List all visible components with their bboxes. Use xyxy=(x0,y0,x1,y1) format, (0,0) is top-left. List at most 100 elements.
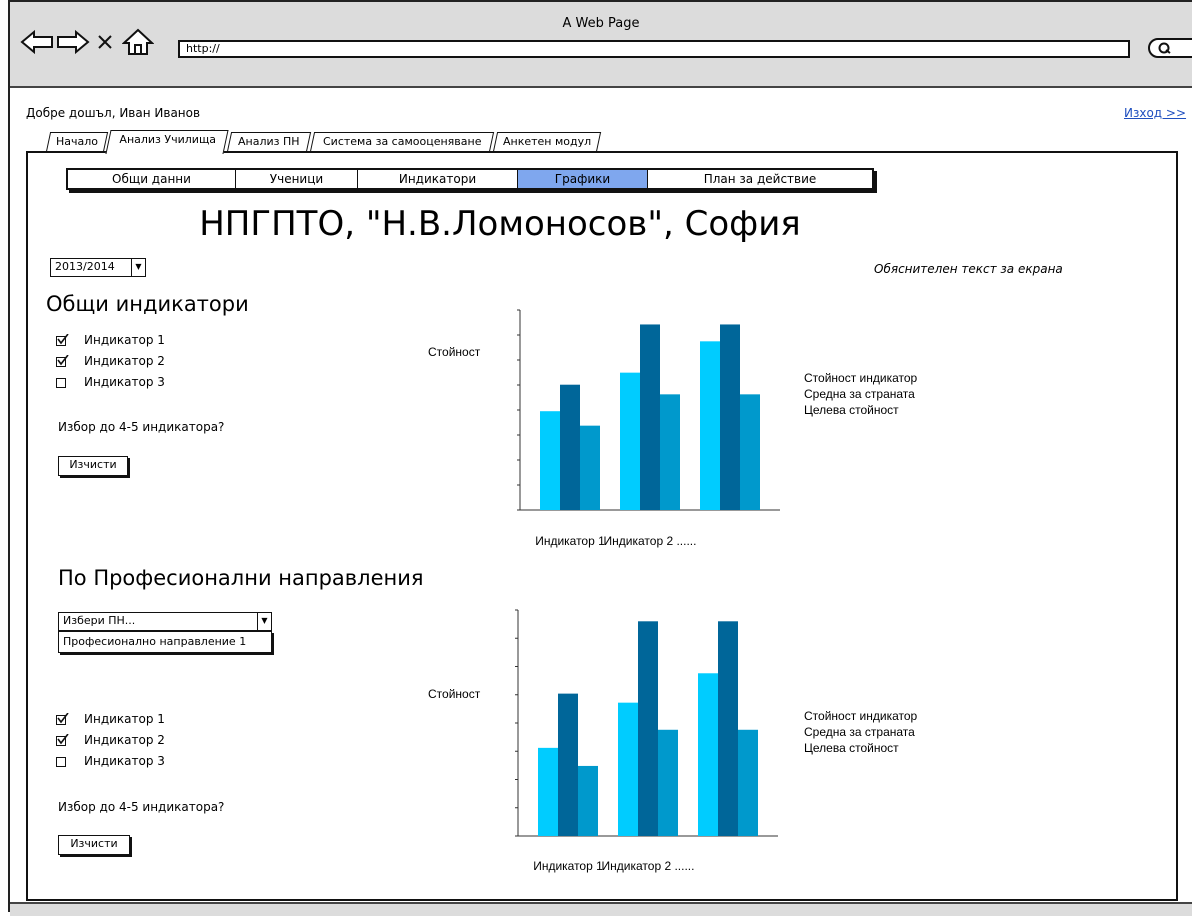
tab-label: Анализ Училища xyxy=(119,133,216,146)
bar xyxy=(640,324,660,510)
tab-self-assessment[interactable]: Система за самооценяване xyxy=(309,132,495,152)
selection-note: Избор до 4-5 индикатора? xyxy=(58,420,225,434)
x-tick-label: Индикатор 2 ...... xyxy=(602,859,695,873)
legend-entry: Целева стойност xyxy=(804,403,899,417)
bar xyxy=(700,341,720,510)
tab-home[interactable]: Начало xyxy=(45,132,109,152)
bar xyxy=(740,394,760,510)
x-tick-label: Индикатор 1 xyxy=(533,859,603,873)
bar xyxy=(558,693,578,836)
y-axis-label: Стойност xyxy=(428,687,481,701)
indicator-chart: Стойност Индикатор 1 Индикатор 2 ...... Сто… xyxy=(420,300,940,560)
indicator-checkbox[interactable] xyxy=(56,354,69,367)
submenu-label: План за действие xyxy=(703,172,817,186)
bar xyxy=(540,411,560,510)
pn-indicator-chart: Стойност Индикатор 1 Индикатор 2 ...... Сто… xyxy=(420,600,940,880)
section-heading: По Професионални направления xyxy=(58,566,424,590)
bar xyxy=(720,324,740,510)
x-tick-label: Индикатор 2 ...... xyxy=(604,534,697,548)
tab-label: Начало xyxy=(55,135,98,148)
bar xyxy=(658,729,678,836)
indicator-checkbox[interactable] xyxy=(56,733,69,746)
tab-label: Анализ ПН xyxy=(238,135,300,148)
tab-pn-analysis[interactable]: Анализ ПН xyxy=(226,132,312,152)
tab-label: Система за самооценяване xyxy=(322,135,482,148)
legend-entry: Стойност индикатор xyxy=(804,709,918,723)
legend-entry: Средна за страната xyxy=(804,725,915,739)
tab-label: Анкетен модул xyxy=(502,135,592,148)
year-select[interactable]: 2013/2014 ▼ xyxy=(50,258,146,277)
submenu-label: Ученици xyxy=(269,172,324,186)
indicator-label: Индикатор 2 xyxy=(84,733,165,747)
chevron-down-icon: ▼ xyxy=(131,259,145,276)
submenu-general-data[interactable]: Общи данни xyxy=(68,170,236,188)
indicator-row: Индикатор 1 xyxy=(56,330,165,351)
search-icon xyxy=(1158,42,1171,54)
bar xyxy=(718,621,738,836)
indicator-checkbox[interactable] xyxy=(56,377,66,388)
submenu-action-plan[interactable]: План за действие xyxy=(648,170,872,188)
browser-titlebar: A Web Page http:// xyxy=(10,2,1192,88)
bar xyxy=(698,673,718,836)
chart-svg: Стойност Индикатор 1Индикатор 2 ...... Сто… xyxy=(428,309,918,548)
search-field[interactable] xyxy=(1148,38,1192,58)
indicator-row: Индикатор 3 xyxy=(56,751,165,772)
browser-statusbar xyxy=(10,902,1192,916)
bar xyxy=(560,384,580,510)
submenu-label: Индикатори xyxy=(398,172,477,186)
indicator-label: Индикатор 1 xyxy=(84,333,165,347)
tab-survey[interactable]: Анкетен модул xyxy=(492,132,602,152)
indicator-label: Индикатор 3 xyxy=(84,754,165,768)
forward-arrow-icon[interactable] xyxy=(56,28,90,56)
tab-school-analysis[interactable]: Анализ Училища xyxy=(105,130,229,154)
indicator-label: Индикатор 3 xyxy=(84,375,165,389)
x-tick-label: Индикатор 1 xyxy=(535,534,605,548)
logout-link[interactable]: Изход >> xyxy=(1124,106,1186,120)
bar xyxy=(578,765,598,836)
indicator-row: Индикатор 2 xyxy=(56,730,165,751)
bar xyxy=(580,425,600,510)
back-arrow-icon[interactable] xyxy=(20,28,54,56)
chart-svg: Стойност Индикатор 1Индикатор 2 ...... Сто… xyxy=(428,609,918,873)
page-title: НПГПТО, "Н.В.Ломоносов", София xyxy=(199,204,801,244)
indicator-checkbox[interactable] xyxy=(56,712,69,725)
clear-button[interactable]: Изчисти xyxy=(58,835,130,855)
close-icon[interactable] xyxy=(96,28,114,56)
indicator-checkbox[interactable] xyxy=(56,756,66,767)
welcome-text: Добре дошъл, Иван Иванов xyxy=(26,106,201,120)
submenu-label: Общи данни xyxy=(112,172,191,186)
home-icon[interactable] xyxy=(122,28,154,56)
indicator-row: Индикатор 2 xyxy=(56,351,165,372)
pn-select-value: Избери ПН... xyxy=(63,614,136,627)
selection-note: Избор до 4-5 индикатора? xyxy=(58,800,225,814)
section-heading: Общи индикатори xyxy=(46,292,249,316)
submenu-charts[interactable]: Графики xyxy=(518,170,648,188)
indicator-label: Индикатор 2 xyxy=(84,354,165,368)
indicator-checkbox[interactable] xyxy=(56,333,69,346)
legend-entry: Стойност индикатор xyxy=(804,371,918,385)
indicator-row: Индикатор 1 xyxy=(56,709,165,730)
pn-option[interactable]: Професионално направление 1 xyxy=(58,631,272,653)
legend-entry: Средна за страната xyxy=(804,387,915,401)
indicator-list: Индикатор 1 Индикатор 2 Индикатор 3 xyxy=(56,709,165,772)
y-axis-label: Стойност xyxy=(428,345,481,359)
submenu-label: Графики xyxy=(554,172,611,186)
clear-button[interactable]: Изчисти xyxy=(58,456,128,476)
bar xyxy=(618,702,638,836)
pn-select[interactable]: Избери ПН... ▼ xyxy=(58,612,272,631)
legend-entry: Целева стойност xyxy=(804,741,899,755)
bar xyxy=(538,747,558,836)
year-select-value: 2013/2014 xyxy=(55,260,115,273)
submenu-students[interactable]: Ученици xyxy=(236,170,358,188)
submenu-indicators[interactable]: Индикатори xyxy=(358,170,518,188)
bar xyxy=(738,729,758,836)
url-input[interactable]: http:// xyxy=(178,40,1130,58)
bar xyxy=(620,372,640,510)
explanation-text: Обяснителен текст за екрана xyxy=(874,262,1063,276)
bar xyxy=(638,621,658,836)
indicator-label: Индикатор 1 xyxy=(84,712,165,726)
bar xyxy=(660,394,680,510)
indicator-list: Индикатор 1 Индикатор 2 Индикатор 3 xyxy=(56,330,165,393)
sub-menu: Общи данни Ученици Индикатори Графики Пл… xyxy=(66,168,874,190)
chevron-down-icon: ▼ xyxy=(257,613,271,630)
